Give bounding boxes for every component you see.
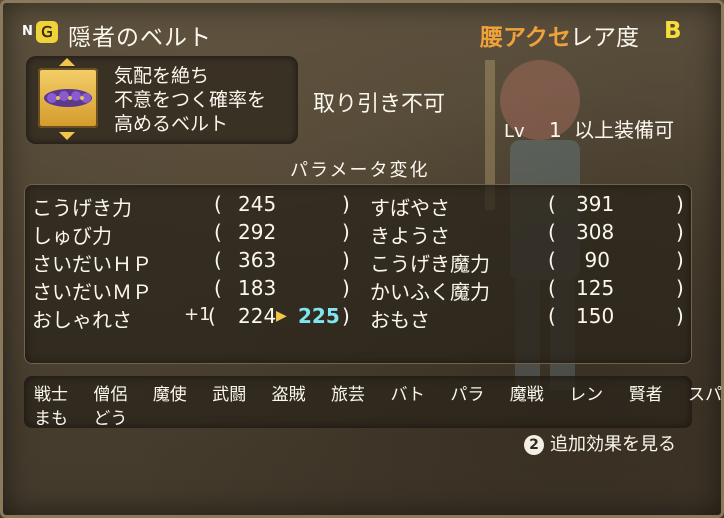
paren-open: ( xyxy=(548,192,556,216)
job-label: どう xyxy=(93,409,128,429)
paren-close: ) xyxy=(676,276,684,300)
belt-category-icon: Ｇ xyxy=(36,21,58,43)
job-label: 僧侶 xyxy=(93,385,128,405)
paren-close: ) xyxy=(676,304,684,328)
job-label: 魔使 xyxy=(152,385,187,405)
stat-name: すばやさ xyxy=(370,196,450,220)
stat-value: 292 xyxy=(238,220,277,244)
belt-icon xyxy=(44,89,92,107)
job-label: 戦士 xyxy=(34,385,68,405)
description-line: 高めるベルト xyxy=(114,113,229,135)
job-label: まも xyxy=(34,409,68,429)
job-label: パラ xyxy=(450,385,485,405)
stat-name: きようさ xyxy=(370,224,450,248)
stat-row: こうげき力 ( 245 ) すばやさ ( 391 ) xyxy=(24,192,692,220)
stat-value: 125 xyxy=(576,276,615,300)
paren-close: ) xyxy=(676,192,684,216)
stat-new-value: 225 xyxy=(298,304,340,328)
stat-name: さいだいＭＰ xyxy=(32,280,152,304)
paren-open: ( xyxy=(548,304,556,328)
stat-name: こうげき力 xyxy=(32,196,132,220)
stat-bonus: +1 xyxy=(184,304,211,325)
paren-open: ( xyxy=(214,276,222,300)
parameter-change-title: パラメータ変化 xyxy=(290,160,430,181)
rarity-value: B xyxy=(664,18,682,44)
required-level: 1 xyxy=(549,118,562,142)
stat-row: おしゃれさ +1 ( 224 ▶ 225 ) おもさ ( 150 ) xyxy=(24,304,692,332)
scroll-down-arrow-icon[interactable] xyxy=(59,132,75,140)
paren-open: ( xyxy=(548,276,556,300)
view-additional-effects-label: 追加効果を見る xyxy=(550,434,676,455)
trade-status: 取り引き不可 xyxy=(313,92,446,117)
description-line: 気配を絶ち xyxy=(114,65,210,87)
paren-close: ) xyxy=(342,220,350,244)
new-mark: N xyxy=(22,24,33,39)
rarity-label: レア度 xyxy=(570,25,639,51)
equip-requirement-text: 以上装備可 xyxy=(574,118,675,142)
job-label: 武闘 xyxy=(212,385,247,405)
description-line: 不意をつく確率を xyxy=(114,89,267,111)
paren-open: ( xyxy=(208,304,216,328)
equip-requirement: Lv 1 以上装備可 xyxy=(504,114,674,143)
paren-close: ) xyxy=(342,304,350,328)
job-label: レン xyxy=(569,385,604,405)
job-label: 盗賊 xyxy=(271,385,306,405)
stat-name: さいだいＨＰ xyxy=(32,252,152,276)
paren-close: ) xyxy=(676,220,684,244)
paren-open: ( xyxy=(548,248,556,272)
item-description-panel: 気配を絶ち 不意をつく確率を 高めるベルト xyxy=(26,56,298,144)
stat-name: おもさ xyxy=(370,308,430,332)
job-label: バト xyxy=(390,385,425,405)
stat-name: しゅび力 xyxy=(32,224,112,248)
stat-value: 245 xyxy=(238,192,277,216)
stat-name: こうげき魔力 xyxy=(370,252,490,276)
jobs-row: 戦士 僧侶 魔使 武闘 盗賊 旅芸 バト パラ 魔戦 レン 賢者 スパ xyxy=(34,380,724,405)
controller-button-2-icon: 2 xyxy=(524,435,544,455)
stat-value: 150 xyxy=(576,304,615,328)
item-category: 腰アクセ xyxy=(480,25,571,51)
paren-close: ) xyxy=(676,248,684,272)
stat-value: 183 xyxy=(238,276,277,300)
stat-value: 308 xyxy=(576,220,615,244)
stat-row: さいだいＨＰ ( 363 ) こうげき魔力 ( 90 ) xyxy=(24,248,692,276)
stat-value: 363 xyxy=(238,248,277,272)
stat-name: おしゃれさ xyxy=(32,308,132,332)
paren-open: ( xyxy=(214,192,222,216)
change-arrow-icon: ▶ xyxy=(276,308,287,324)
item-icon-frame[interactable] xyxy=(38,68,98,128)
jobs-row: まも どう xyxy=(34,404,147,429)
stat-name: かいふく魔力 xyxy=(370,280,490,304)
item-name: 隠者のベルト xyxy=(68,25,212,51)
item-description: 気配を絶ち 不意をつく確率を 高めるベルト xyxy=(114,64,266,136)
level-label: Lv xyxy=(504,121,525,142)
stats-panel: こうげき力 ( 245 ) すばやさ ( 391 ) しゅび力 ( 292 ) … xyxy=(24,184,692,364)
equippable-jobs-panel: 戦士 僧侶 魔使 武闘 盗賊 旅芸 バト パラ 魔戦 レン 賢者 スパ まも ど… xyxy=(24,376,722,429)
stat-row: しゅび力 ( 292 ) きようさ ( 308 ) xyxy=(24,220,692,248)
stat-row: さいだいＭＰ ( 183 ) かいふく魔力 ( 125 ) xyxy=(24,276,692,304)
paren-open: ( xyxy=(214,220,222,244)
paren-close: ) xyxy=(342,276,350,300)
job-label: 賢者 xyxy=(628,385,663,405)
paren-close: ) xyxy=(342,248,350,272)
paren-open: ( xyxy=(548,220,556,244)
stat-value: 90 xyxy=(584,248,610,272)
job-label: 旅芸 xyxy=(331,385,366,405)
stat-value: 391 xyxy=(576,192,615,216)
scroll-up-arrow-icon[interactable] xyxy=(59,58,75,66)
job-label: 魔戦 xyxy=(509,385,544,405)
item-header: N Ｇ 隠者のベルト 腰アクセ レア度 B xyxy=(20,18,700,52)
paren-open: ( xyxy=(214,248,222,272)
job-label: スパ xyxy=(687,385,722,405)
stat-value: 224 xyxy=(238,304,277,328)
view-additional-effects-button[interactable]: 2 追加効果を見る xyxy=(524,430,676,456)
paren-close: ) xyxy=(342,192,350,216)
